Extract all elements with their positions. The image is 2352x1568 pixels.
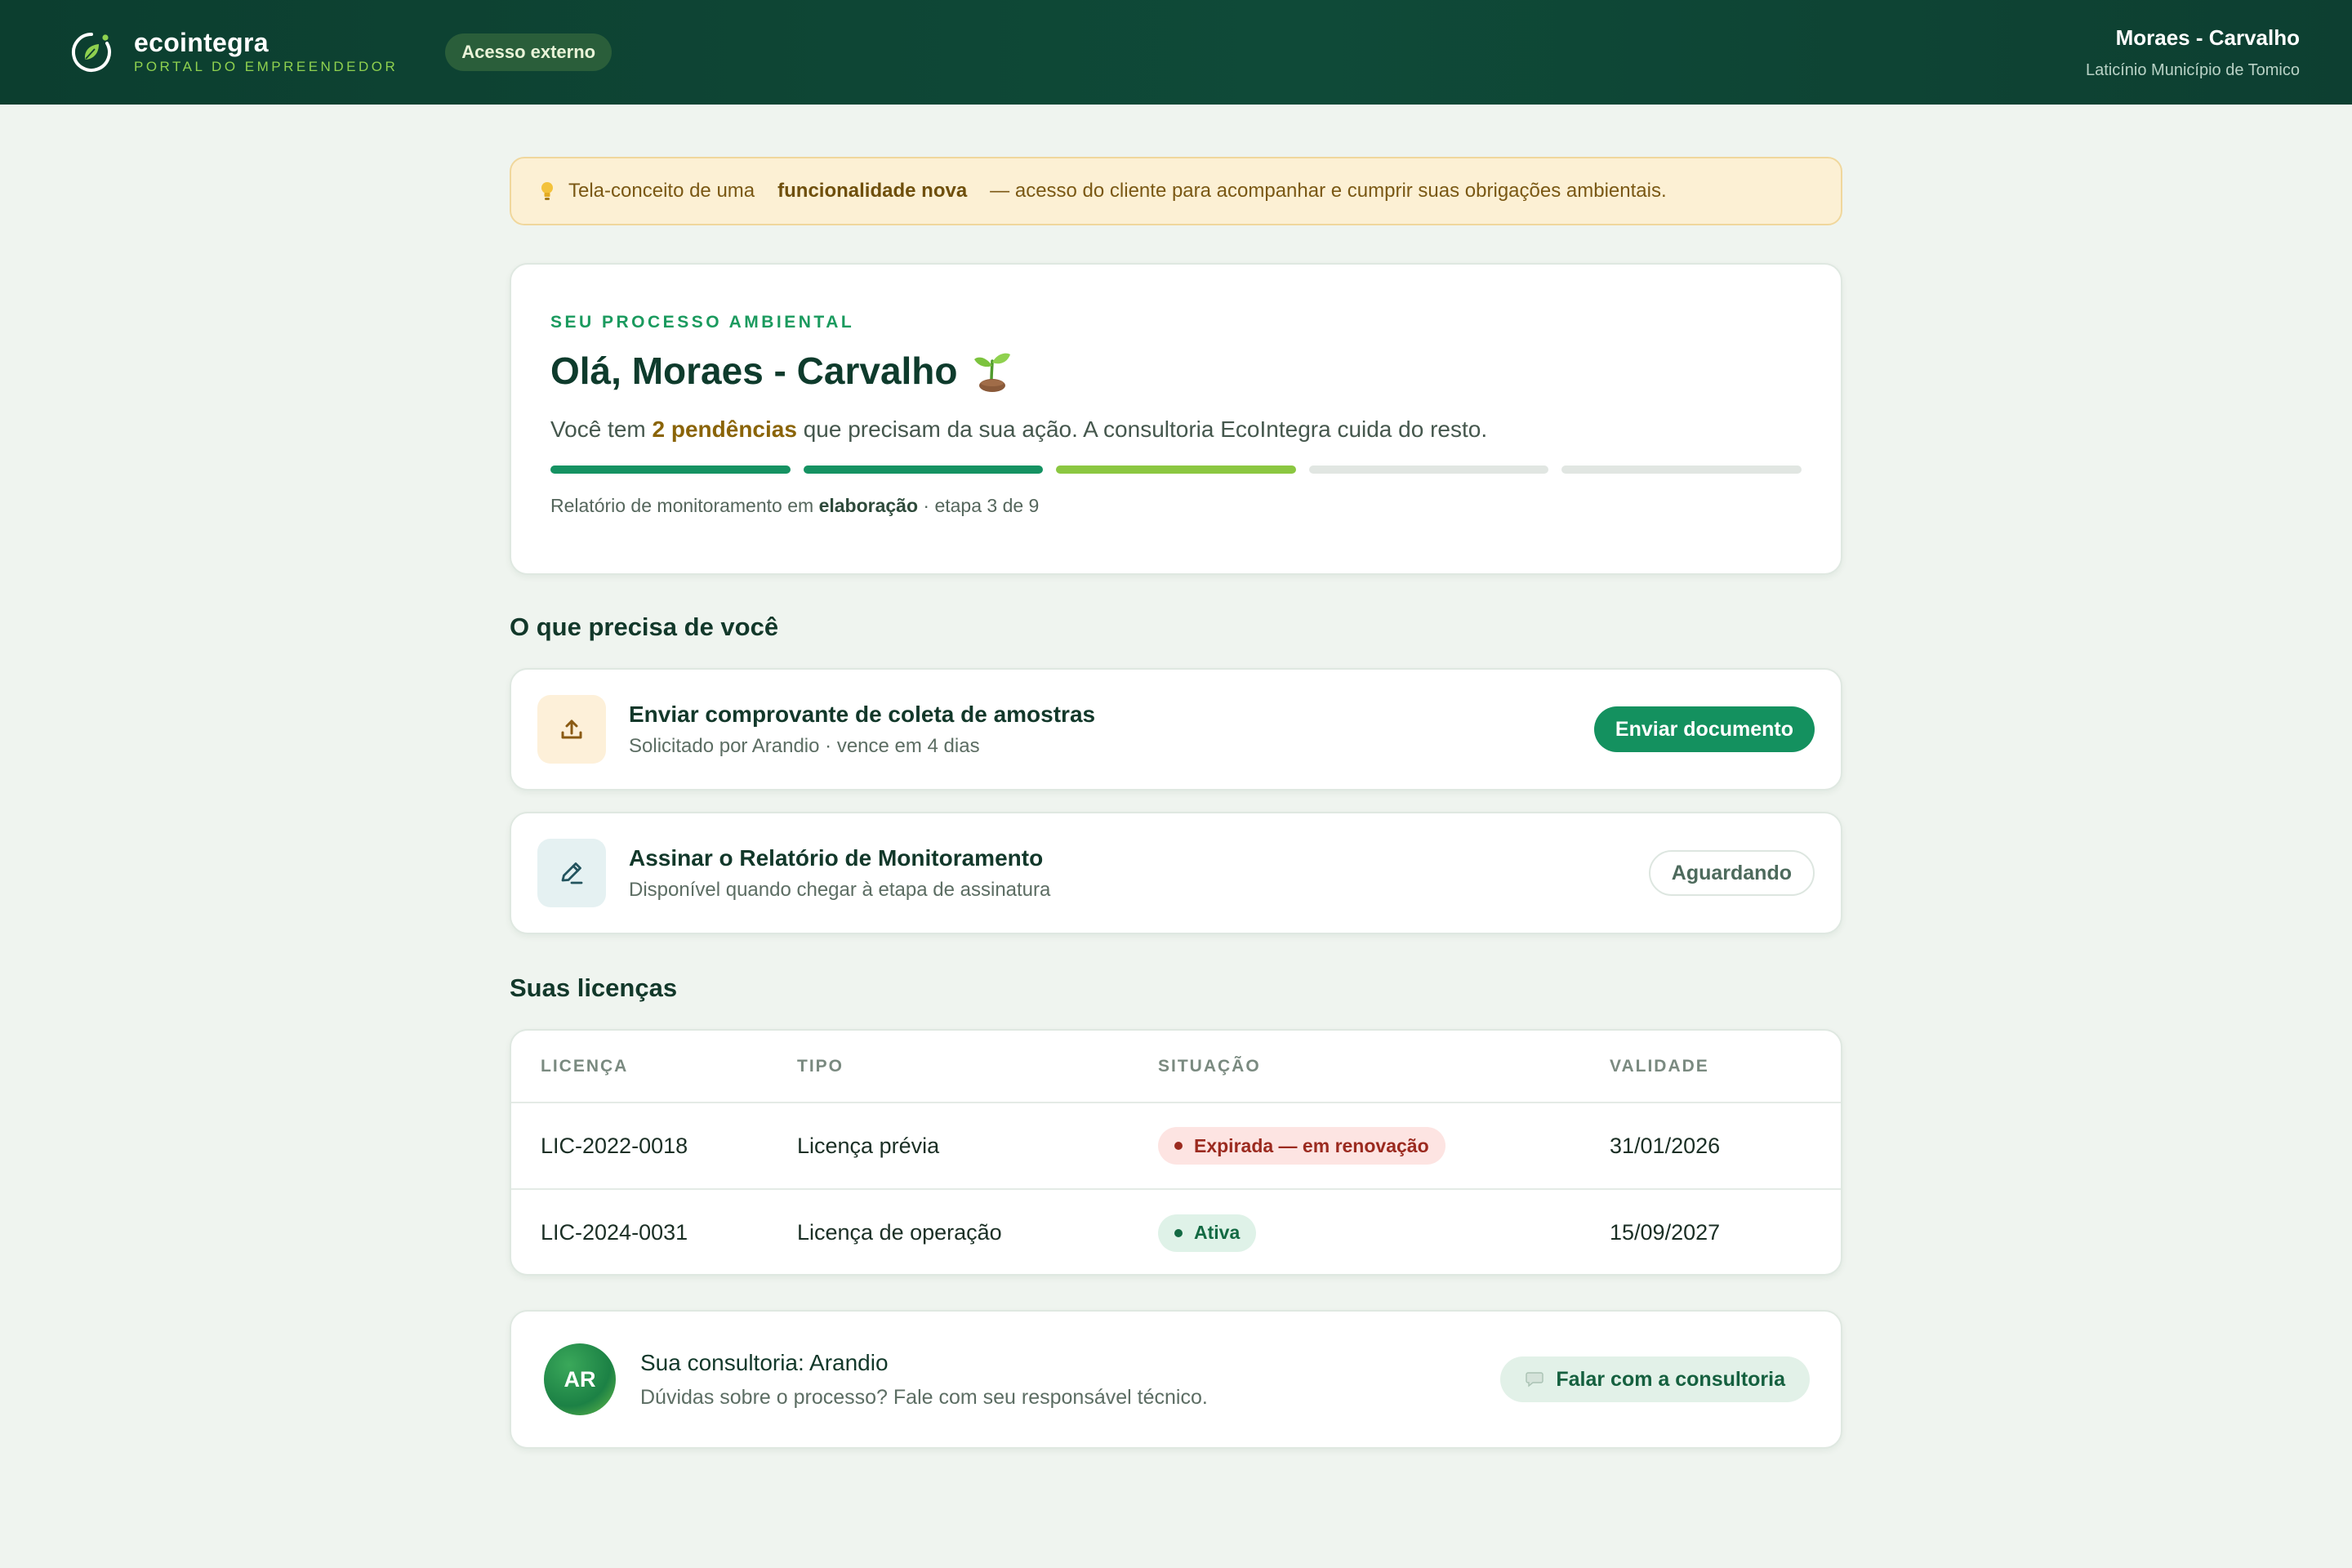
contact-consultancy-label: Falar com a consultoria [1556,1367,1785,1391]
progress-step-5 [1561,466,1802,474]
process-summary: Você tem 2 pendências que precisam da su… [550,415,1802,444]
section-title-todo: O que precisa de você [510,612,779,641]
license-validity: 31/01/2026 [1610,1102,1841,1190]
waiting-button[interactable]: Aguardando [1648,850,1815,896]
main-content: Tela-conceito de uma funcionalidade nova… [510,157,1842,1449]
licenses-table-card: LICENÇA TIPO SITUAÇÃO VALIDADE LIC-2022-… [510,1029,1842,1276]
license-status-cell: Ativa [1158,1189,1610,1274]
brand[interactable]: ecointegra PORTAL DO EMPREENDEDOR [69,28,398,77]
step-caption: Relatório de monitoramento em elaboração… [550,493,1802,518]
brand-subtitle: PORTAL DO EMPREENDEDOR [134,59,399,74]
status-badge: Expirada — em renovação [1158,1127,1446,1165]
contact-consultancy-button[interactable]: Falar com a consultoria [1500,1356,1810,1402]
licenses-table: LICENÇA TIPO SITUAÇÃO VALIDADE LIC-2022-… [511,1031,1841,1274]
send-document-button[interactable]: Enviar documento [1593,706,1815,752]
ecointegra-logo-icon [71,33,111,72]
task-subtitle: Solicitado por Arandio · vence em 4 dias [629,735,980,757]
license-type: Licença prévia [797,1102,1158,1190]
upload-icon [537,695,606,764]
process-kicker: SEU PROCESSO AMBIENTAL [550,313,855,332]
status-dot [1174,1228,1183,1237]
status-badge: Ativa [1158,1214,1257,1252]
column-header-type: TIPO [797,1031,1158,1103]
table-row[interactable]: LIC-2022-0018 Licença prévia Expirada — … [511,1102,1841,1190]
caption-text: Relatório de monitoramento em [550,495,814,516]
progress-step-3 [1056,466,1296,474]
concept-notice: Tela-conceito de uma funcionalidade nova… [510,157,1842,225]
pen-icon [537,839,606,907]
column-header-status: SITUAÇÃO [1158,1031,1610,1103]
notice-text: Tela-conceito de uma [568,180,755,202]
progress-step-4 [1308,466,1549,474]
license-validity: 15/09/2027 [1610,1220,1721,1245]
status-label: Ativa [1194,1222,1241,1243]
task-title: Assinar o Relatório de Monitoramento [629,845,1044,871]
table-row[interactable]: LIC-2024-0031 Licença de operação Ativa … [511,1189,1841,1274]
consultancy-card: AR Sua consultoria: Arandio Dúvidas sobr… [510,1310,1842,1449]
column-header-license: LICENÇA [511,1031,797,1103]
license-status-cell: Expirada — em renovação [1158,1102,1610,1190]
progress-steps [550,466,1802,474]
status-dot [1174,1142,1183,1150]
task-title: Enviar comprovante de coleta de amostras [629,702,1096,727]
chat-icon [1526,1372,1544,1388]
column-header-validity: VALIDADE [1610,1031,1841,1103]
status-label: Expirada — em renovação [1194,1134,1429,1156]
notice-text-end: — acesso do cliente para acompanhar e cu… [990,180,1667,202]
caption-stage: elaboração [818,495,919,516]
section-title-licenses: Suas licenças [510,973,678,1002]
header-left-spacer: Acesso externo [398,33,2086,71]
license-type: Licença de operação [797,1220,1002,1245]
lightbulb-icon [541,182,553,200]
caption-step-count: · etapa 3 de 9 [923,495,1040,516]
top-header: ecointegra PORTAL DO EMPREENDEDOR Acesso… [0,0,2352,105]
task-subtitle: Disponível quando chegar à etapa de assi… [629,879,1051,901]
license-id: LIC-2024-0031 [541,1220,688,1245]
progress-step-1 [550,466,791,474]
task-card-sign: Assinar o Relatório de Monitoramento Dis… [510,812,1842,934]
process-card: SEU PROCESSO AMBIENTAL Olá, Moraes - Car… [510,263,1842,575]
consultancy-subtitle: Dúvidas sobre o processo? Fale com seu r… [640,1386,1208,1409]
task-card-upload: Enviar comprovante de coleta de amostras… [510,668,1842,791]
table-header-row: LICENÇA TIPO SITUAÇÃO VALIDADE [511,1031,1841,1103]
progress-step-2 [803,466,1044,474]
sprout-icon [973,353,1010,392]
page-title: Olá, Moraes - Carvalho [550,350,958,392]
summary-text-end: que precisam da sua ação. A consultoria … [803,416,1488,442]
access-badge: Acesso externo [445,33,612,71]
user-organization: Laticínio Município de Tomico [2086,61,2300,79]
consultancy-title: Sua consultoria: Arandio [640,1350,889,1375]
brand-name: ecointegra [134,28,269,57]
avatar: AR [544,1343,616,1415]
pending-count: 2 pendências [652,416,797,442]
notice-highlight: funcionalidade nova [777,180,968,202]
license-id: LIC-2022-0018 [511,1102,797,1190]
summary-text: Você tem [550,416,646,442]
user-name: Moraes - Carvalho [2115,25,2300,50]
user-info[interactable]: Moraes - Carvalho Laticínio Município de… [2086,24,2300,81]
